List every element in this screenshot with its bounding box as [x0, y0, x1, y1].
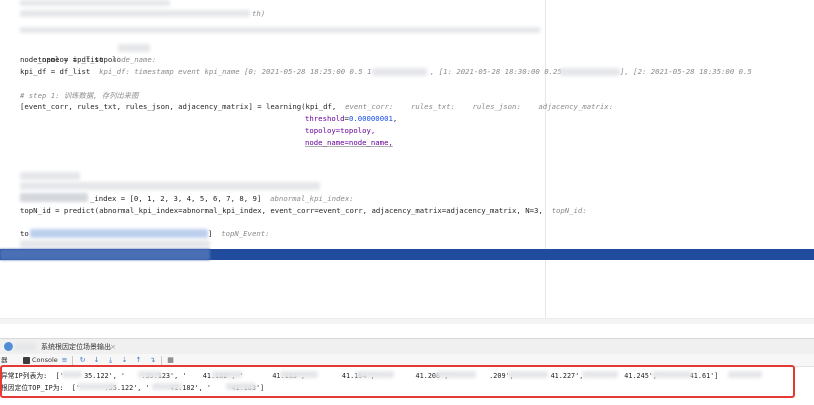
toolbar-separator — [72, 356, 73, 365]
close-icon[interactable]: × — [110, 340, 116, 354]
run-panel-tabs: 系统根因定位场景输出 × — [0, 338, 814, 354]
redacted-code — [372, 68, 427, 76]
redacted-code — [30, 229, 208, 238]
step-over-icon[interactable]: ↻ — [78, 356, 87, 365]
redacted-code — [20, 10, 250, 17]
code-line-learning: [event_corr, rules_txt, rules_json, adja… — [20, 102, 614, 111]
step-into-icon[interactable]: ↓ — [92, 356, 101, 365]
menu-icon[interactable]: ≡ — [60, 356, 69, 365]
code-line-node-name-arg: node_name=node_name, — [305, 138, 393, 147]
step-out-icon[interactable]: ↑ — [134, 356, 143, 365]
code-line-topn-event-close: ] topN_Event: — [208, 229, 270, 238]
force-step-into-icon[interactable]: ⇣ — [120, 356, 129, 365]
redacted-code — [20, 240, 210, 248]
redacted-code — [560, 68, 620, 76]
code-line-predict: topN_id = predict(abnormal_kpi_index=abn… — [20, 206, 587, 215]
redacted-code — [118, 44, 150, 52]
redacted-code — [20, 0, 170, 6]
code-editor[interactable]: th) topoloy = df_topolo node_name = ip_l… — [0, 0, 814, 324]
console-icon — [23, 357, 30, 364]
code-line-node-name: node_name = ip_list node_name: — [20, 55, 157, 64]
redacted-code — [20, 193, 88, 202]
run-to-cursor-icon[interactable]: ↴ — [148, 356, 157, 365]
current-line-highlight — [0, 249, 814, 260]
step-into-my-code-icon[interactable]: ⤓ — [106, 356, 115, 365]
code-line-topoloy: topoloy = df_topolo — [37, 55, 122, 64]
redacted-code — [20, 172, 80, 180]
python-run-icon — [4, 342, 13, 351]
code-line-kpi-df: kpi_df = df_list kpi_df: timestamp event… — [20, 67, 372, 76]
code-line-abnormal-index: _index = [0, 1, 2, 3, 4, 5, 6, 7, 8, 9] … — [90, 194, 354, 203]
inline-hint: th) — [252, 9, 266, 18]
inline-hint: , [1: 2021-05-28 18:30:00 0.25 — [430, 67, 562, 76]
highlight-annotation-box — [0, 365, 795, 398]
redacted-code — [20, 182, 320, 190]
code-line-topoloy-arg: topoloy=topoloy, — [305, 126, 376, 135]
table-icon[interactable]: ▦ — [166, 356, 175, 365]
code-line-topn-event: to — [20, 229, 29, 238]
redacted-code — [20, 27, 540, 33]
redacted-tab — [14, 343, 36, 351]
editor-footer — [0, 318, 814, 324]
run-tab-label[interactable]: 系统根因定位场景输出 — [41, 340, 111, 354]
inline-hint: ], [2: 2021-05-28 18:35:00 0.5 — [620, 67, 752, 76]
right-margin-guide — [545, 0, 546, 324]
toolbar-separator — [161, 356, 162, 365]
code-line-threshold-arg: threshold=0.00000001, — [305, 114, 398, 123]
